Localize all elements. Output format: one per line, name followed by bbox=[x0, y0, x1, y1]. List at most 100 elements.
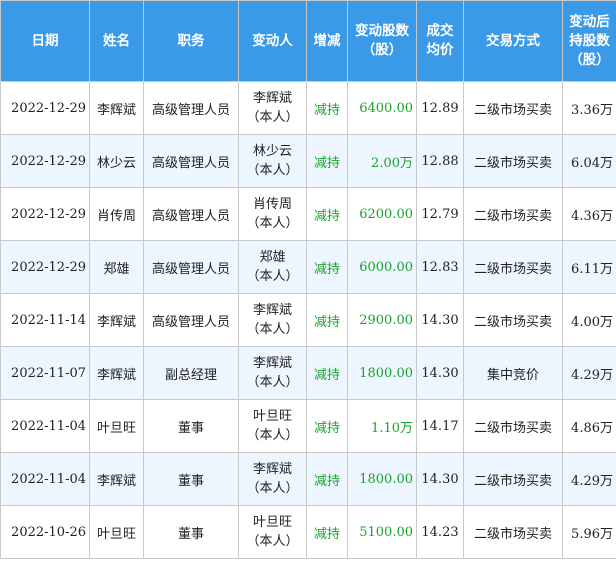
changer-name: 李辉斌 bbox=[252, 91, 292, 106]
table-row: 2022-10-26 叶旦旺 董事 叶旦旺 （本人） 减持 5100.00 14.23 二级市场… bbox=[0, 505, 616, 559]
cell-changer: 李辉斌 （本人） bbox=[238, 81, 307, 135]
cell-date: 2022-12-29 bbox=[0, 240, 90, 294]
cell-name: 李辉斌 bbox=[89, 346, 144, 400]
cell-holding: 5.96万 bbox=[562, 505, 616, 559]
cell-price: 12.89 bbox=[416, 81, 464, 135]
table-body: 2022-12-29 李辉斌 高级管理人员 李辉斌 （本人） 减持 6400.00 12.89… bbox=[0, 81, 616, 559]
changer-name: 李辉斌 bbox=[252, 303, 292, 318]
changer-name: 林少云 bbox=[252, 144, 292, 159]
cell-changer: 李辉斌 （本人） bbox=[238, 346, 307, 400]
cell-change: 减持 bbox=[306, 134, 348, 188]
cell-name: 叶旦旺 bbox=[89, 505, 144, 559]
cell-date: 2022-12-29 bbox=[0, 81, 90, 135]
cell-position: 高级管理人员 bbox=[143, 293, 239, 347]
cell-changer: 郑雄 （本人） bbox=[238, 240, 307, 294]
changer-note: （本人） bbox=[246, 110, 299, 125]
cell-changer: 李辉斌 （本人） bbox=[238, 293, 307, 347]
insider-trading-table: 日期 姓名 职务 变动人 增减 变动股数（股） 成交均价 交易方式 变动后持股数… bbox=[0, 0, 616, 559]
table-row: 2022-12-29 肖传周 高级管理人员 肖传周 （本人） 减持 6200.00 12.79… bbox=[0, 187, 616, 241]
cell-position: 高级管理人员 bbox=[143, 240, 239, 294]
table-row: 2022-11-07 李辉斌 副总经理 李辉斌 （本人） 减持 1800.00 14.30 集中… bbox=[0, 346, 616, 400]
cell-shares: 6000.00 bbox=[347, 240, 417, 294]
cell-price: 14.30 bbox=[416, 346, 464, 400]
page: 证券之星 证券之星 日期 姓名 职务 变动人 增减 变动股数（股） 成交均价 交… bbox=[0, 0, 616, 567]
header-position: 职务 bbox=[143, 0, 239, 82]
cell-date: 2022-12-29 bbox=[0, 134, 90, 188]
cell-price: 14.30 bbox=[416, 452, 464, 506]
cell-shares: 1800.00 bbox=[347, 452, 417, 506]
cell-method: 二级市场买卖 bbox=[463, 187, 563, 241]
cell-change: 减持 bbox=[306, 240, 348, 294]
cell-position: 高级管理人员 bbox=[143, 81, 239, 135]
cell-holding: 6.04万 bbox=[562, 134, 616, 188]
cell-change: 减持 bbox=[306, 187, 348, 241]
header-holding: 变动后持股数（股） bbox=[562, 0, 616, 82]
cell-holding: 6.11万 bbox=[562, 240, 616, 294]
header-holding-label: 变动后持股数（股） bbox=[569, 13, 610, 68]
cell-name: 李辉斌 bbox=[89, 452, 144, 506]
header-date: 日期 bbox=[0, 0, 90, 82]
table-row: 2022-12-29 郑雄 高级管理人员 郑雄 （本人） 减持 6000.00 12.83 二级… bbox=[0, 240, 616, 294]
cell-changer: 肖传周 （本人） bbox=[238, 187, 307, 241]
cell-holding: 4.00万 bbox=[562, 293, 616, 347]
cell-name: 李辉斌 bbox=[89, 293, 144, 347]
cell-shares: 2900.00 bbox=[347, 293, 417, 347]
changer-note: （本人） bbox=[246, 428, 299, 443]
cell-date: 2022-12-29 bbox=[0, 187, 90, 241]
header-method: 交易方式 bbox=[463, 0, 563, 82]
changer-name: 李辉斌 bbox=[252, 462, 292, 477]
changer-name: 叶旦旺 bbox=[252, 409, 292, 424]
header-shares: 变动股数（股） bbox=[347, 0, 417, 82]
changer-name: 叶旦旺 bbox=[252, 515, 292, 530]
cell-price: 12.88 bbox=[416, 134, 464, 188]
cell-method: 二级市场买卖 bbox=[463, 505, 563, 559]
cell-shares: 5100.00 bbox=[347, 505, 417, 559]
cell-shares: 1.10万 bbox=[347, 399, 417, 453]
changer-note: （本人） bbox=[246, 481, 299, 496]
cell-date: 2022-11-14 bbox=[0, 293, 90, 347]
cell-method: 二级市场买卖 bbox=[463, 293, 563, 347]
cell-change: 减持 bbox=[306, 81, 348, 135]
cell-price: 14.23 bbox=[416, 505, 464, 559]
cell-date: 2022-10-26 bbox=[0, 505, 90, 559]
table-row: 2022-11-04 李辉斌 董事 李辉斌 （本人） 减持 1800.00 14.30 二级市场… bbox=[0, 452, 616, 506]
changer-note: （本人） bbox=[246, 322, 299, 337]
cell-position: 董事 bbox=[143, 399, 239, 453]
cell-position: 副总经理 bbox=[143, 346, 239, 400]
cell-name: 李辉斌 bbox=[89, 81, 144, 135]
cell-holding: 3.36万 bbox=[562, 81, 616, 135]
cell-method: 二级市场买卖 bbox=[463, 134, 563, 188]
cell-holding: 4.29万 bbox=[562, 346, 616, 400]
cell-changer: 叶旦旺 （本人） bbox=[238, 399, 307, 453]
cell-name: 叶旦旺 bbox=[89, 399, 144, 453]
cell-method: 二级市场买卖 bbox=[463, 452, 563, 506]
changer-note: （本人） bbox=[246, 216, 299, 231]
header-shares-label: 变动股数（股） bbox=[355, 23, 409, 58]
cell-date: 2022-11-04 bbox=[0, 452, 90, 506]
cell-price: 14.30 bbox=[416, 293, 464, 347]
cell-change: 减持 bbox=[306, 452, 348, 506]
cell-change: 减持 bbox=[306, 505, 348, 559]
changer-note: （本人） bbox=[246, 269, 299, 284]
header-row: 日期 姓名 职务 变动人 增减 变动股数（股） 成交均价 交易方式 变动后持股数… bbox=[0, 0, 616, 82]
cell-shares: 1800.00 bbox=[347, 346, 417, 400]
cell-date: 2022-11-07 bbox=[0, 346, 90, 400]
cell-holding: 4.29万 bbox=[562, 452, 616, 506]
changer-name: 肖传周 bbox=[252, 197, 292, 212]
cell-position: 高级管理人员 bbox=[143, 134, 239, 188]
cell-method: 二级市场买卖 bbox=[463, 240, 563, 294]
table-row: 2022-12-29 李辉斌 高级管理人员 李辉斌 （本人） 减持 6400.00 12.89… bbox=[0, 81, 616, 135]
cell-name: 肖传周 bbox=[89, 187, 144, 241]
cell-shares: 6400.00 bbox=[347, 81, 417, 135]
cell-price: 14.17 bbox=[416, 399, 464, 453]
header-price-label: 成交均价 bbox=[426, 23, 454, 58]
changer-name: 李辉斌 bbox=[252, 356, 292, 371]
table-row: 2022-11-04 叶旦旺 董事 叶旦旺 （本人） 减持 1.10万 14.17 二级市场买卖… bbox=[0, 399, 616, 453]
cell-holding: 4.36万 bbox=[562, 187, 616, 241]
header-change: 增减 bbox=[306, 0, 348, 82]
changer-note: （本人） bbox=[246, 534, 299, 549]
cell-price: 12.79 bbox=[416, 187, 464, 241]
cell-change: 减持 bbox=[306, 399, 348, 453]
cell-method: 集中竞价 bbox=[463, 346, 563, 400]
cell-changer: 林少云 （本人） bbox=[238, 134, 307, 188]
